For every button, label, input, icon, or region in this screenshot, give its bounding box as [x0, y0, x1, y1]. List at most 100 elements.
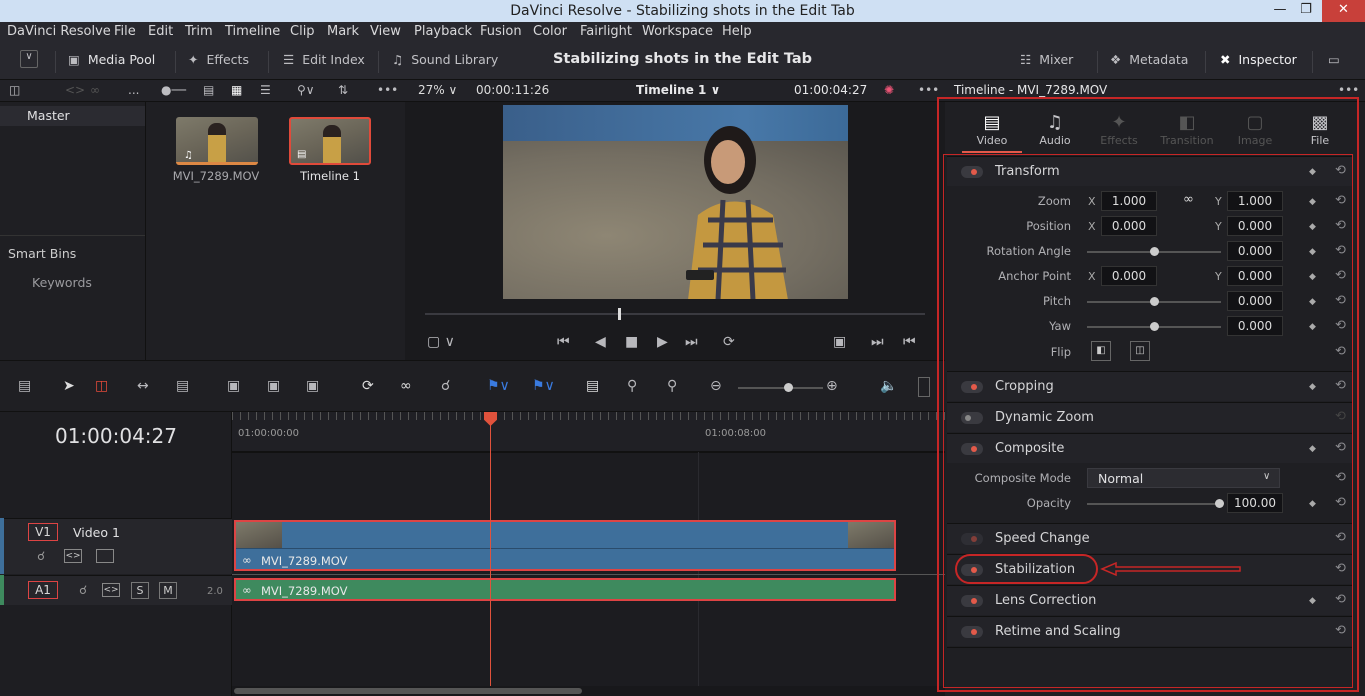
- minimize-icon[interactable]: —: [1266, 0, 1294, 22]
- options-icon[interactable]: •••: [377, 83, 398, 97]
- zoom-slider-handle[interactable]: [784, 383, 793, 392]
- more-dots[interactable]: ...: [128, 83, 139, 97]
- menu-workspace[interactable]: Workspace: [642, 24, 713, 39]
- linked-selection-icon[interactable]: ∞: [400, 378, 412, 394]
- maximize-icon[interactable]: ❐: [1292, 0, 1320, 22]
- video-clip[interactable]: ∞ MVI_7289.MOV: [234, 520, 896, 571]
- inspector-options-icon[interactable]: •••: [1338, 83, 1359, 97]
- match-frame-icon[interactable]: ▣: [833, 334, 846, 350]
- timeline-select[interactable]: Timeline 1 ∨: [636, 83, 720, 97]
- edit-index-button[interactable]: ☰ Edit Index: [283, 52, 365, 67]
- menu-fairlight[interactable]: Fairlight: [580, 24, 632, 39]
- next-edit-icon[interactable]: ⏭: [871, 334, 884, 350]
- flag-icon[interactable]: ⚑∨: [487, 378, 510, 394]
- viewer-options-icon[interactable]: •••: [918, 83, 939, 97]
- scrollbar-thumb[interactable]: [234, 688, 582, 694]
- nav-arrows-icon[interactable]: <>: [65, 83, 85, 97]
- panel-toggle-icon[interactable]: ∨: [20, 50, 38, 68]
- inspector-button[interactable]: ✖ Inspector: [1220, 52, 1297, 67]
- replace-clip-icon[interactable]: ▣: [306, 378, 319, 394]
- menu-clip[interactable]: Clip: [290, 24, 315, 39]
- thumb-size-slider-icon[interactable]: ●──: [161, 83, 186, 97]
- timeline-thumbnail[interactable]: ▤: [289, 117, 371, 165]
- audio-auto-select-icon[interactable]: <>: [102, 583, 120, 597]
- position-lock-icon[interactable]: ☌: [441, 378, 450, 394]
- overwrite-clip-icon[interactable]: ▣: [267, 378, 280, 394]
- playhead[interactable]: [490, 412, 491, 696]
- track-visible-icon[interactable]: [96, 549, 114, 563]
- monitor-icon[interactable]: ▭: [1328, 52, 1340, 67]
- metadata-button[interactable]: ❖ Metadata: [1110, 52, 1188, 67]
- timeline-scrollbar[interactable]: [232, 686, 945, 696]
- sidebar-toggle-icon[interactable]: ◫: [9, 83, 20, 97]
- effects-button[interactable]: ✦ Effects: [188, 52, 249, 67]
- zoom-out-icon[interactable]: ⊖: [710, 378, 722, 394]
- audio-lock-icon[interactable]: ☌: [79, 583, 87, 597]
- zoom-full-icon[interactable]: ▤: [586, 378, 599, 394]
- menu-playback[interactable]: Playback: [414, 24, 472, 39]
- video-track-id[interactable]: V1: [28, 523, 58, 541]
- zoom-slider[interactable]: [738, 387, 823, 389]
- bin-keywords[interactable]: Keywords: [32, 275, 92, 290]
- snapping-icon[interactable]: ⟳: [362, 378, 374, 394]
- audio-clip[interactable]: ∞ MVI_7289.MOV: [234, 578, 896, 601]
- menu-help[interactable]: Help: [722, 24, 752, 39]
- audio-track-id[interactable]: A1: [28, 581, 58, 599]
- loop-icon[interactable]: ⟳: [723, 334, 735, 350]
- grid-view-icon[interactable]: ▦: [231, 83, 242, 97]
- play-icon[interactable]: ▶: [657, 334, 668, 350]
- zoom-detail-icon[interactable]: ⚲: [627, 378, 637, 394]
- safe-area-icon[interactable]: ▢ ∨: [427, 334, 455, 350]
- viewer-scrubber[interactable]: [425, 308, 925, 320]
- menu-timeline[interactable]: Timeline: [225, 24, 280, 39]
- metadata-view-icon[interactable]: ▤: [203, 83, 214, 97]
- lock-track-icon[interactable]: ☌: [37, 549, 45, 563]
- close-icon[interactable]: ✕: [1322, 0, 1365, 22]
- smart-bins-header[interactable]: Smart Bins: [8, 246, 76, 261]
- scrubber-handle[interactable]: [618, 308, 621, 320]
- zoom-select[interactable]: 27% ∨: [418, 83, 457, 97]
- go-to-end-icon[interactable]: ⏭: [685, 334, 698, 350]
- viewer-frame[interactable]: [503, 105, 848, 299]
- media-clip-name: MVI_7289.MOV: [172, 169, 260, 183]
- video-track-name[interactable]: Video 1: [73, 525, 120, 540]
- blade-tool-icon[interactable]: ▤: [176, 378, 189, 394]
- menu-color[interactable]: Color: [533, 24, 567, 39]
- sort-icon[interactable]: ⇅: [338, 83, 348, 97]
- step-back-icon[interactable]: ◀: [595, 334, 606, 350]
- media-pool-button[interactable]: ▣ Media Pool: [68, 52, 155, 67]
- color-picker-icon[interactable]: ✺: [884, 83, 894, 97]
- stop-icon[interactable]: ■: [625, 334, 638, 350]
- search-icon[interactable]: ⚲∨: [297, 83, 315, 97]
- marker-icon[interactable]: ⚑∨: [532, 378, 555, 394]
- media-clip-thumbnail[interactable]: ♫: [176, 117, 258, 165]
- menu-file[interactable]: File: [114, 24, 136, 39]
- menu-davinci[interactable]: DaVinci Resolve: [7, 24, 111, 39]
- go-to-start-icon[interactable]: ⏮: [557, 334, 570, 350]
- ruler-label-8s: 01:00:08:00: [705, 428, 767, 439]
- dynamic-trim-icon[interactable]: ↔: [137, 378, 149, 394]
- sound-library-button[interactable]: ♫ Sound Library: [392, 52, 498, 67]
- list-view-icon[interactable]: ☰: [260, 83, 271, 97]
- zoom-in-icon[interactable]: ⊕: [826, 378, 838, 394]
- timeline-view-options-icon[interactable]: ▤: [18, 378, 31, 394]
- prev-edit-icon[interactable]: ⏮: [903, 334, 916, 350]
- selection-tool-icon[interactable]: ➤: [63, 378, 75, 394]
- auto-select-icon[interactable]: <>: [64, 549, 82, 563]
- bin-master[interactable]: Master: [27, 108, 70, 123]
- audio-level-icon[interactable]: 🔈: [880, 378, 897, 394]
- menu-edit[interactable]: Edit: [148, 24, 173, 39]
- menu-view[interactable]: View: [370, 24, 401, 39]
- link-icon[interactable]: ∞: [90, 83, 100, 97]
- solo-button[interactable]: S: [131, 582, 149, 599]
- menu-trim[interactable]: Trim: [185, 24, 213, 39]
- insert-clip-icon[interactable]: ▣: [227, 378, 240, 394]
- menu-fusion[interactable]: Fusion: [480, 24, 522, 39]
- timeline[interactable]: 01:00:00:00 01:00:08:00 ∞ MVI_7289.MOV ∞…: [232, 412, 945, 696]
- zoom-custom-icon[interactable]: ⚲: [667, 378, 677, 394]
- menu-mark[interactable]: Mark: [327, 24, 359, 39]
- mixer-button[interactable]: ☷ Mixer: [1020, 52, 1073, 67]
- trim-tool-icon[interactable]: ◫: [95, 378, 108, 394]
- timeline-ruler[interactable]: 01:00:00:00 01:00:08:00: [232, 412, 945, 452]
- mute-button[interactable]: M: [159, 582, 177, 599]
